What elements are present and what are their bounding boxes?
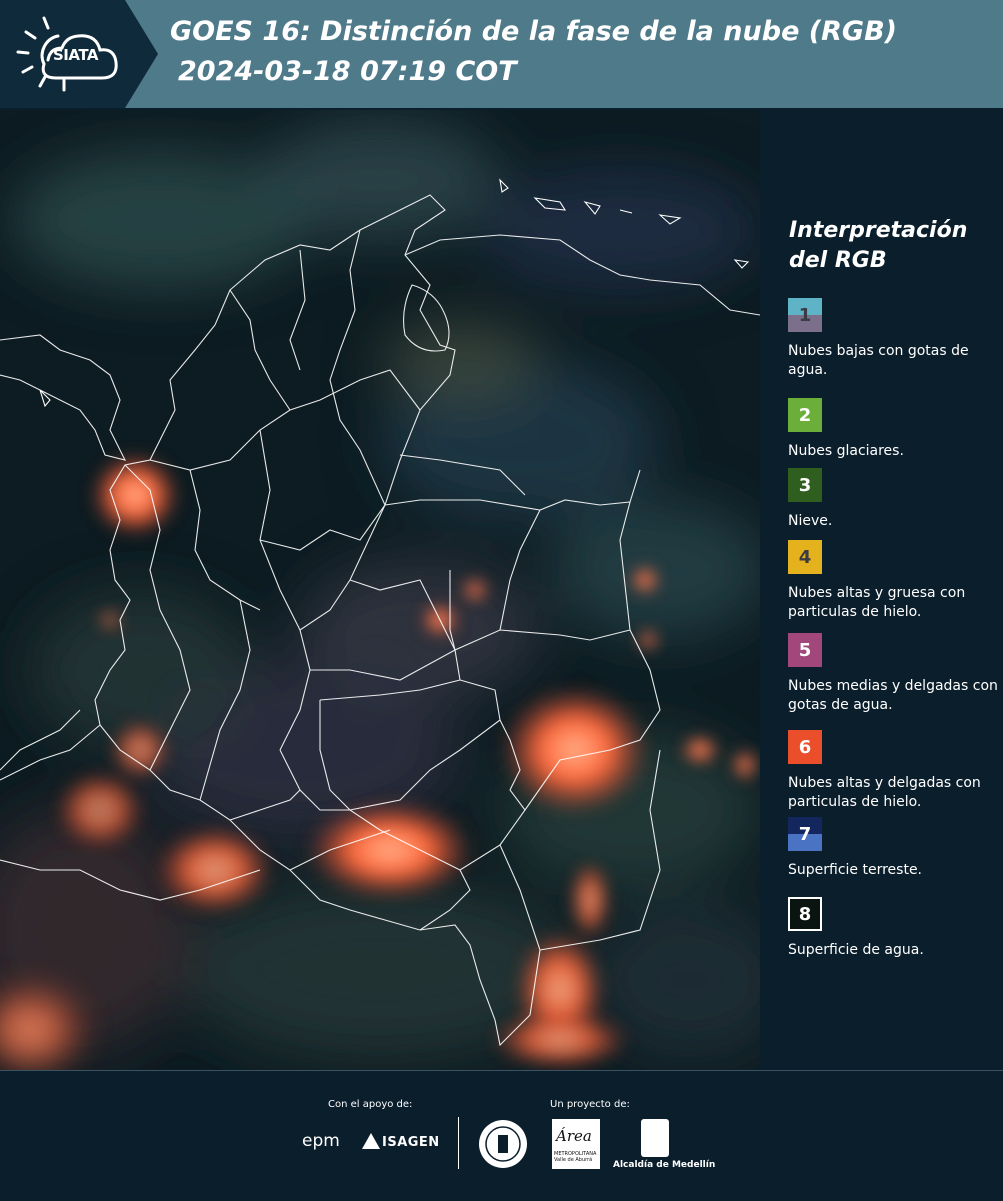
map-canvas [0, 110, 760, 1070]
legend-label-3: Nieve. [788, 513, 833, 529]
legend-label-8: Superficie de agua. [788, 942, 924, 958]
legend-label-6: Nubes altas y delgadas con particulas de… [788, 775, 981, 810]
area-metropolitana-logo: Área METROPOLITANA Valle de Aburrá [552, 1119, 600, 1169]
antioquia-seal-icon [479, 1120, 527, 1168]
legend-swatch-5: 5 [788, 633, 822, 667]
siata-logo-text: SIATA [53, 46, 99, 64]
legend-item-8: 8 Superficie de agua. [788, 897, 998, 960]
header-bar: SIATA GOES 16: Distinción de la fase de … [0, 0, 1003, 108]
legend-number-8: 8 [798, 903, 812, 925]
legend-swatch-1: 1 [788, 298, 822, 332]
footer: Con el apoyo de: Un proyecto de: epm ISA… [0, 1070, 1003, 1201]
legend-panel: Interpretación del RGB 1 Nubes bajas con … [760, 110, 1003, 1070]
page-title: GOES 16: Distinción de la fase de la nub… [170, 16, 897, 47]
legend-label-5: Nubes medias y delgadas con gotas de agu… [788, 678, 998, 713]
isagen-icon [362, 1133, 380, 1149]
legend-swatch-2: 2 [788, 398, 822, 432]
legend-number-7: 7 [798, 823, 812, 845]
legend-swatch-3: 3 [788, 468, 822, 502]
alcaldia-label: Alcaldía de Medellín [613, 1160, 716, 1170]
support-label: Con el apoyo de: [328, 1099, 413, 1110]
legend-swatch-8: 8 [788, 897, 822, 931]
legend-label-2: Nubes glaciares. [788, 443, 904, 459]
legend-item-4: 4 Nubes altas y gruesa con particulas de … [788, 540, 998, 622]
legend-number-3: 3 [798, 474, 812, 496]
project-label: Un proyecto de: [550, 1099, 630, 1110]
page-timestamp: 2024-03-18 07:19 COT [178, 56, 517, 87]
legend-swatch-6: 6 [788, 730, 822, 764]
legend-label-4: Nubes altas y gruesa con particulas de h… [788, 585, 966, 620]
legend-item-1: 1 Nubes bajas con gotas de agua. [788, 298, 998, 380]
legend-title: Interpretación del RGB [789, 218, 968, 273]
footer-divider [458, 1117, 459, 1169]
legend-item-2: 2 Nubes glaciares. [788, 398, 998, 461]
epm-logo: epm [302, 1131, 340, 1151]
legend-item-6: 6 Nubes altas y delgadas con particulas d… [788, 730, 998, 812]
legend-number-4: 4 [798, 546, 812, 568]
legend-number-6: 6 [798, 736, 812, 758]
isagen-logo: ISAGEN [382, 1135, 440, 1150]
legend-label-7: Superficie terreste. [788, 862, 923, 878]
satellite-map [0, 110, 760, 1070]
legend-swatch-4: 4 [788, 540, 822, 574]
legend-item-5: 5 Nubes medias y delgadas con gotas de ag… [788, 633, 998, 715]
logo-panel: SIATA [0, 0, 158, 108]
legend-item-7: 7 Superficie terreste. [788, 817, 998, 880]
alcaldia-shield-icon [641, 1119, 669, 1157]
legend-label-1: Nubes bajas con gotas de agua. [788, 343, 969, 378]
legend-item-3: 3 Nieve. [788, 468, 998, 531]
legend-number-1: 1 [798, 304, 812, 326]
legend-number-2: 2 [798, 404, 812, 426]
legend-number-5: 5 [798, 639, 812, 661]
legend-swatch-7: 7 [788, 817, 822, 851]
